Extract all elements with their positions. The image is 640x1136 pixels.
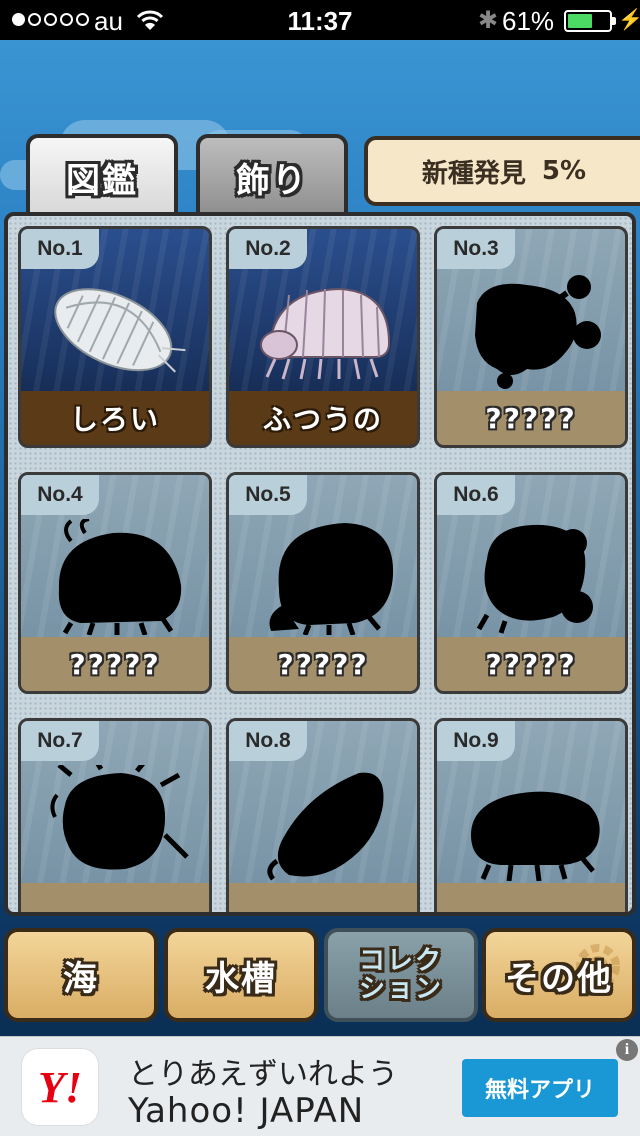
card-name bbox=[21, 883, 209, 912]
nav-sea-label: 海 bbox=[63, 958, 99, 999]
status-bar: au 11:37 ✱ 61% ⚡ bbox=[0, 0, 640, 40]
battery-icon bbox=[564, 10, 616, 32]
card-name bbox=[437, 883, 625, 912]
discovery-rate-badge: 新種発見 5% bbox=[364, 136, 640, 206]
tab-decorations-label: 飾り bbox=[236, 160, 308, 201]
collection-card[interactable]: No.4 ????? bbox=[18, 472, 212, 694]
card-number: No.7 bbox=[21, 721, 99, 761]
unknown-creature-silhouette bbox=[50, 765, 189, 870]
tab-decorations[interactable]: 飾り bbox=[196, 134, 348, 216]
card-number: No.2 bbox=[229, 229, 307, 269]
card-name: しろい bbox=[21, 391, 209, 445]
bluetooth-icon: ✱ bbox=[478, 7, 499, 34]
collection-card[interactable]: No.7 bbox=[18, 718, 212, 912]
collection-card[interactable]: No.3 ????? bbox=[434, 226, 628, 448]
collection-card[interactable]: No.8 bbox=[226, 718, 420, 912]
collection-card[interactable]: No.2 ふつうの bbox=[226, 226, 420, 448]
yahoo-logo-icon: Y! bbox=[22, 1049, 98, 1125]
collection-panel: No.1 しろい No.2 ふつうの No.3 ????? No.4 ?????… bbox=[4, 212, 636, 916]
card-name: ふつうの bbox=[229, 391, 417, 445]
charging-bolt-icon: ⚡ bbox=[618, 9, 640, 31]
card-name: ????? bbox=[437, 391, 625, 445]
ad-tagline: とりあえずいれよう bbox=[128, 1057, 398, 1092]
card-name: ????? bbox=[229, 637, 417, 691]
card-name bbox=[229, 883, 417, 912]
unknown-creature-silhouette bbox=[267, 772, 384, 881]
discovery-value: 5% bbox=[541, 156, 587, 186]
ad-cta-button[interactable]: 無料アプリ bbox=[462, 1059, 618, 1117]
white-isopod-image bbox=[54, 288, 186, 373]
tab-encyclopedia[interactable]: 図鑑 bbox=[26, 134, 178, 216]
unknown-creature-silhouette bbox=[476, 524, 593, 634]
collection-card[interactable]: No.9 bbox=[434, 718, 628, 912]
unknown-creature-silhouette bbox=[269, 523, 394, 635]
ad-banner[interactable]: Y! とりあえずいれよう Yahoo! JAPAN 無料アプリ i bbox=[0, 1036, 640, 1136]
collection-grid: No.1 しろい No.2 ふつうの No.3 ????? No.4 ?????… bbox=[18, 226, 628, 912]
tab-encyclopedia-label: 図鑑 bbox=[66, 160, 138, 201]
card-number: No.6 bbox=[437, 475, 515, 515]
card-name: ????? bbox=[21, 637, 209, 691]
unknown-creature-silhouette bbox=[471, 791, 600, 881]
nav-sea-button[interactable]: 海 bbox=[4, 928, 158, 1022]
card-number: No.3 bbox=[437, 229, 515, 269]
ad-info-icon[interactable]: i bbox=[616, 1039, 638, 1061]
battery-percent: 61% bbox=[502, 6, 555, 36]
unknown-creature-silhouette bbox=[475, 275, 601, 389]
ad-brand: Yahoo! JAPAN bbox=[128, 1091, 365, 1131]
unknown-creature-silhouette bbox=[58, 519, 182, 635]
collection-card[interactable]: No.5 ????? bbox=[226, 472, 420, 694]
nav-collection-button[interactable]: コレク ション bbox=[324, 928, 478, 1022]
nav-collection-label: コレク ション bbox=[358, 946, 443, 1004]
card-number: No.5 bbox=[229, 475, 307, 515]
nav-other-label: その他 bbox=[505, 958, 613, 999]
card-name: ????? bbox=[437, 637, 625, 691]
nav-aquarium-label: 水槽 bbox=[205, 958, 277, 999]
collection-card[interactable]: No.1 しろい bbox=[18, 226, 212, 448]
collection-card[interactable]: No.6 ????? bbox=[434, 472, 628, 694]
ordinary-isopod-image bbox=[260, 287, 391, 380]
nav-aquarium-button[interactable]: 水槽 bbox=[164, 928, 318, 1022]
card-number: No.8 bbox=[229, 721, 307, 761]
card-number: No.4 bbox=[21, 475, 99, 515]
card-number: No.1 bbox=[21, 229, 99, 269]
discovery-label: 新種発見 bbox=[421, 158, 526, 189]
card-number: No.9 bbox=[437, 721, 515, 761]
nav-other-button[interactable]: その他 bbox=[482, 928, 636, 1022]
